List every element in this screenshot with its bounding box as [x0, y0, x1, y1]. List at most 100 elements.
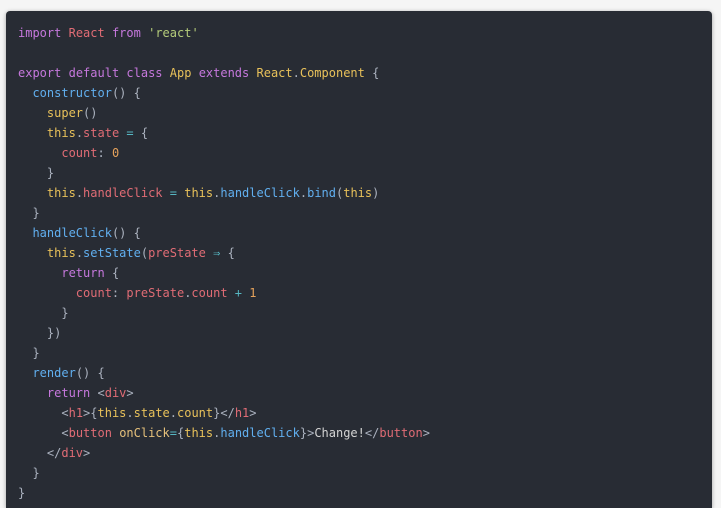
code-token-attr: onClick — [119, 426, 170, 440]
code-line: }) — [18, 323, 712, 343]
code-line: super() — [18, 103, 712, 123]
code-token-func: render — [32, 366, 76, 380]
code-token-punct: } — [32, 346, 40, 360]
code-line: return <div> — [18, 383, 712, 403]
code-token-punct: () { — [111, 86, 141, 100]
code-block[interactable]: import React from 'react'​export default… — [18, 23, 712, 503]
code-token-prop: preState — [126, 286, 185, 300]
code-token-tag: h1 — [68, 406, 84, 420]
code-token-class: React — [256, 66, 293, 80]
code-token-punct: . — [75, 126, 84, 140]
code-line: import React from 'react' — [18, 23, 712, 43]
code-token-punct: } — [32, 466, 40, 480]
code-token-op: = — [126, 126, 134, 140]
code-line: render() { — [18, 363, 712, 383]
code-line: this.state = { — [18, 123, 712, 143]
code-token-punct: ( — [140, 246, 149, 260]
code-line: } — [18, 483, 712, 503]
code-token-op: = — [169, 186, 177, 200]
code-token-class: App — [169, 66, 192, 80]
code-token-tag: button — [379, 426, 423, 440]
code-line: } — [18, 203, 712, 223]
code-line: return { — [18, 263, 712, 283]
code-token-punct: . — [299, 186, 308, 200]
code-line: <button onClick={this.handleClick}>Chang… — [18, 423, 712, 443]
code-token-punct: }</ — [213, 406, 235, 420]
code-token-punct: } — [61, 306, 69, 320]
code-token-func: handleClick — [32, 226, 112, 240]
code-token-punct: . — [126, 406, 134, 420]
code-token-punct: > — [249, 406, 257, 420]
code-token-punct: . — [75, 246, 84, 260]
code-token-this: count — [177, 406, 214, 420]
code-token-punct: }) — [46, 326, 62, 340]
code-token-prop: React — [68, 26, 105, 40]
code-token-punct: > — [83, 446, 91, 460]
code-token-tag: div — [104, 386, 127, 400]
code-token-punct: > — [422, 426, 430, 440]
code-token-prop: count — [191, 286, 228, 300]
code-token-this: this — [343, 186, 373, 200]
code-token-number: 0 — [111, 146, 120, 160]
code-token-keyword: class — [126, 66, 163, 80]
code-line: this.handleClick = this.handleClick.bind… — [18, 183, 712, 203]
code-token-this: this — [184, 186, 214, 200]
code-token-text: Change! — [314, 426, 365, 440]
code-line: } — [18, 163, 712, 183]
code-token-keyword: return — [61, 266, 105, 280]
code-token-punct: () { — [75, 366, 105, 380]
code-token-func: bind — [307, 186, 336, 200]
code-token-prop: handleClick — [83, 186, 163, 200]
code-token-punct: () { — [111, 226, 141, 240]
code-line: <h1>{this.state.count}</h1> — [18, 403, 712, 423]
code-token-func: handleClick — [220, 426, 300, 440]
code-line: this.setState(preState ⇒ { — [18, 243, 712, 263]
code-token-punct: }> — [299, 426, 315, 440]
code-token-punct: > — [126, 386, 134, 400]
code-token-punct: < — [61, 426, 69, 440]
code-token-number: 1 — [249, 286, 257, 300]
code-token-string: 'react' — [148, 26, 199, 40]
code-token-punct: >{ — [83, 406, 98, 420]
code-token-punct: } — [32, 206, 40, 220]
code-line: </div> — [18, 443, 712, 463]
code-token-keyword: return — [46, 386, 91, 400]
code-snippet-card: import React from 'react'​export default… — [6, 11, 712, 508]
code-token-op: + — [234, 286, 243, 300]
code-token-punct: } — [46, 166, 55, 180]
code-token-prop: state — [83, 126, 120, 140]
code-token-punct: { — [372, 66, 380, 80]
code-line: constructor() { — [18, 83, 712, 103]
code-token-this: this — [46, 126, 76, 140]
code-token-this: this — [46, 246, 76, 260]
code-token-op: = — [169, 426, 177, 440]
code-token-punct: < — [61, 406, 69, 420]
code-token-punct: } — [18, 486, 26, 500]
code-token-punct: { — [227, 246, 235, 260]
code-token-tag: h1 — [234, 406, 250, 420]
code-token-punct: . — [169, 406, 177, 420]
code-token-keyword: import — [18, 26, 62, 40]
